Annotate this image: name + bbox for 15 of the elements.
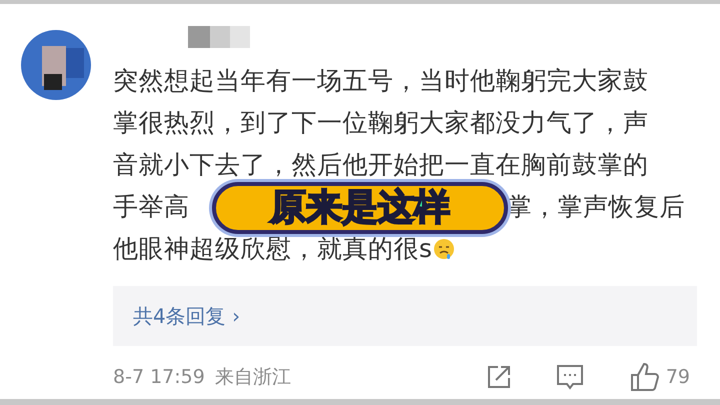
replies-link[interactable]: 共4条回复 › (133, 301, 240, 331)
share-icon[interactable] (486, 364, 512, 390)
thumbs-up-icon[interactable] (630, 362, 660, 392)
comment-text-line: 他眼神超级欣慰，就真的很s (113, 233, 433, 265)
comment-location: 来自浙江 (214, 364, 291, 390)
comment-text-line: 手举高 (113, 191, 190, 223)
blurred-username (188, 26, 250, 48)
comment-text-line: 突然想起当年有一场五号，当时他鞠躬完大家鼓 (113, 65, 650, 97)
crying-emoji-icon (432, 238, 455, 260)
comment-text-line: 音就小下去了，然后他开始把一直在胸前鼓掌的 (113, 149, 650, 181)
comment-icon[interactable] (556, 364, 584, 390)
comment-text-line: 掌很热烈，到了下一位鞠躬大家都没力气了，声 (113, 107, 650, 139)
caption-text: 原来是这样 (270, 190, 450, 226)
like-count: 79 (666, 364, 690, 390)
comment-time: 8-7 17:59 (113, 364, 205, 390)
